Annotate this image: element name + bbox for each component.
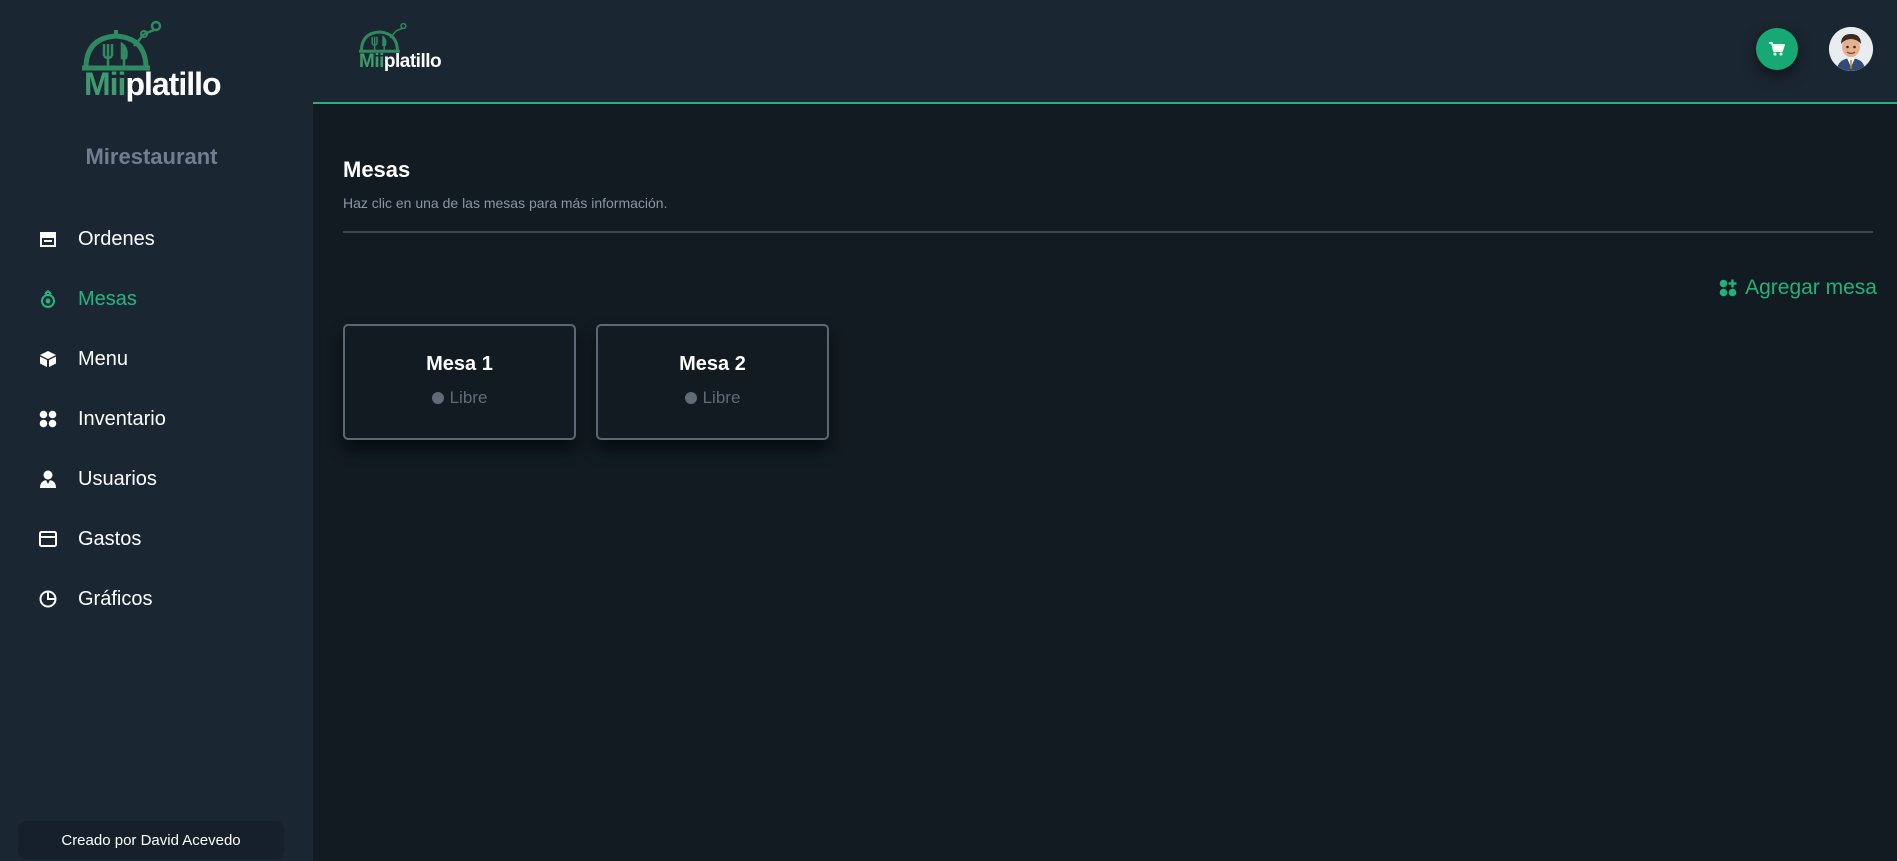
grid-icon [38,409,58,429]
brand-name-part2: platillo [383,51,442,72]
sidebar-nav: Ordenes Mesas Menu Inventario Usuarios G… [0,209,313,629]
sidebar-item-label: Gastos [78,527,142,550]
user-icon [38,469,58,489]
table-status: Libre [684,387,741,408]
table-card-mesa-2[interactable]: Mesa 2 Libre [596,324,829,440]
sidebar: Miiplatillo Mirestaurant Ordenes Mesas M… [0,0,313,861]
sidebar-item-menu[interactable]: Menu [0,329,313,389]
page-subtitle: Haz clic en una de las mesas para más in… [343,195,668,211]
pie-chart-icon [38,589,58,609]
table-name: Mesa 1 [426,352,493,375]
sidebar-item-label: Gráficos [78,587,153,610]
sidebar-item-label: Mesas [78,287,137,310]
table-status-label: Libre [449,387,488,407]
sidebar-item-gastos[interactable]: Gastos [0,509,313,569]
brand-name-part1: Mii [84,66,126,102]
footer-credit: Creado por David Acevedo [18,821,284,859]
table-card-mesa-1[interactable]: Mesa 1 Libre [343,324,576,440]
cloche-logo-icon [359,22,407,53]
brand-name: Miiplatillo [359,51,442,72]
add-grid-icon [1719,279,1737,297]
cart-icon [1769,42,1785,56]
brand-name-part1: Mii [359,51,384,72]
cloche-logo-icon [82,20,162,71]
header-brand-logo[interactable]: Miiplatillo [357,22,457,74]
avatar[interactable] [1829,27,1873,71]
sidebar-item-label: Inventario [78,407,166,430]
add-table-label: Agregar mesa [1745,276,1877,299]
sidebar-item-inventario[interactable]: Inventario [0,389,313,449]
status-dot-icon [684,391,697,404]
brand-logo[interactable]: Miiplatillo [80,20,230,104]
status-dot-icon [431,391,444,404]
divider [343,231,1873,233]
user-avatar-icon [1829,27,1873,71]
store-icon [38,229,58,249]
page-title: Mesas [343,157,411,182]
sidebar-item-label: Menu [78,347,129,370]
table-status: Libre [431,387,488,408]
wallet-icon [38,529,58,549]
table-status-label: Libre [702,387,741,407]
sidebar-item-graficos[interactable]: Gráficos [0,569,313,629]
sidebar-item-mesas[interactable]: Mesas [0,269,313,329]
sidebar-item-label: Usuarios [78,467,157,490]
tables-grid: Mesa 1 Libre Mesa 2 Libre [343,324,829,440]
cube-icon [38,349,58,369]
table-name: Mesa 2 [679,352,746,375]
brand-name-part2: platillo [125,66,221,102]
top-header: Miiplatillo [313,0,1897,104]
add-table-button[interactable]: Agregar mesa [1719,276,1877,300]
brand-name: Miiplatillo [84,66,222,102]
sidebar-item-usuarios[interactable]: Usuarios [0,449,313,509]
table-icon [38,289,58,309]
sidebar-item-ordenes[interactable]: Ordenes [0,209,313,269]
restaurant-name: Mirestaurant [85,144,218,169]
sidebar-item-label: Ordenes [78,227,155,250]
cart-button[interactable] [1756,28,1798,70]
